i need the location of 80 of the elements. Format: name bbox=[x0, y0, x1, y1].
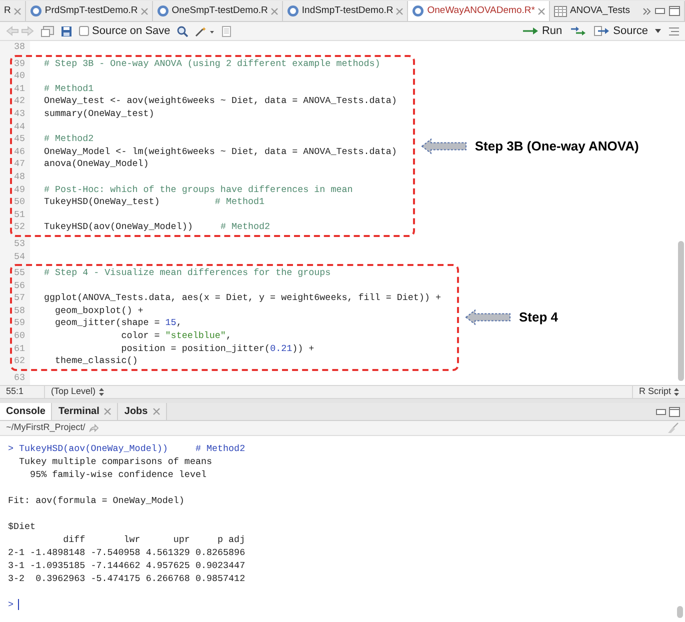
source-file-icon bbox=[594, 26, 610, 36]
source-on-save-checkbox[interactable]: Source on Save bbox=[79, 22, 170, 40]
r-file-icon bbox=[286, 5, 299, 17]
up-down-caret-icon bbox=[98, 388, 104, 396]
left-arrow-icon bbox=[420, 138, 467, 154]
scrollbar[interactable] bbox=[678, 241, 684, 381]
code-line: color = "steelblue", bbox=[120, 330, 232, 343]
code-line: # Post-Hoc: which of the groups have differences in mean bbox=[43, 184, 353, 196]
editor-tab[interactable]: R bbox=[0, 1, 26, 21]
menu-icon[interactable] bbox=[669, 26, 679, 36]
table-icon bbox=[554, 6, 567, 16]
console-tab[interactable]: Jobs bbox=[118, 403, 167, 420]
console-output: Tukey multiple comparisons of means bbox=[18, 455, 212, 468]
code-line: TukeyHSD(aov(OneWay_Model)) # Method2 bbox=[43, 221, 270, 234]
code-line: summary(OneWay_test) bbox=[43, 108, 154, 121]
text-cursor bbox=[18, 599, 19, 610]
code-line: # Method1 bbox=[43, 82, 94, 96]
source-button[interactable]: Source bbox=[594, 22, 661, 40]
editor-tab[interactable]: OneWayANOVADemo.R* bbox=[408, 1, 550, 21]
console-output: $Diet bbox=[8, 520, 36, 533]
editor-tab[interactable]: PrdSmpT-testDemo.R bbox=[26, 1, 153, 21]
code-line: ggplot(ANOVA_Tests.data, aes(x = Diet, y = weight6weeks, fill = Diet)) + bbox=[43, 292, 441, 305]
code-line: OneWay_test <- aov(weight6weeks ~ Diet, data = ANOVA_Tests.data) bbox=[43, 95, 397, 108]
code-line: # Method2 bbox=[43, 133, 94, 146]
caret-icon bbox=[655, 29, 661, 33]
r-file-icon bbox=[412, 5, 424, 17]
close-icon[interactable] bbox=[14, 8, 21, 14]
maximize-icon[interactable] bbox=[669, 407, 680, 417]
magic-wand-icon[interactable] bbox=[195, 26, 216, 36]
save-icon[interactable] bbox=[61, 26, 72, 36]
code-line: # Step 4 - Visualize mean differences for the groups bbox=[43, 267, 331, 280]
editor-tab[interactable]: ANOVA_Tests bbox=[550, 1, 685, 21]
close-icon[interactable] bbox=[538, 8, 545, 14]
arrow-icon[interactable] bbox=[89, 424, 100, 432]
console-output: 3-1 -1.0935185 -7.144662 4.957625 0.9023447 bbox=[8, 559, 246, 572]
code-line: OneWay_Model <- lm(weight6weeks ~ Diet, data = ANOVA_Tests.data) bbox=[43, 146, 397, 158]
editor-tab[interactable]: OneSmpT-testDemo.R bbox=[152, 1, 283, 21]
console-output: Fit: aov(formula = OneWay_Model) bbox=[8, 494, 184, 507]
cursor-position: 55:1 bbox=[5, 385, 25, 398]
document-icon[interactable] bbox=[222, 26, 232, 36]
search-icon[interactable] bbox=[177, 26, 188, 36]
maximize-icon[interactable] bbox=[669, 6, 680, 16]
console-output: 3-2 0.3962963 -5.474175 6.266768 0.9857412 bbox=[8, 572, 246, 585]
code-line: position = position_jitter(0.21)) + bbox=[120, 342, 314, 356]
code-line: TukeyHSD(OneWay_test) # Method1 bbox=[43, 196, 265, 209]
up-down-caret-icon bbox=[674, 388, 679, 396]
callout-label: Step 3B (One-way ANOVA) bbox=[474, 137, 639, 156]
close-icon[interactable] bbox=[152, 408, 160, 415]
console-tab[interactable]: Terminal bbox=[52, 403, 118, 420]
minimize-icon[interactable] bbox=[655, 8, 665, 14]
code-line: geom_jitter(shape = 15, bbox=[54, 317, 182, 330]
back-forward-icon[interactable] bbox=[6, 26, 34, 36]
editor-tab[interactable]: IndSmpT-testDemo.R bbox=[282, 1, 408, 21]
code-line: anova(OneWay_Model) bbox=[43, 158, 149, 171]
console-output: 2-1 -1.4898148 -7.540958 4.561329 0.8265896 bbox=[8, 546, 246, 559]
left-arrow-icon bbox=[464, 309, 511, 326]
callout-label: Step 4 bbox=[518, 308, 558, 327]
minimize-icon[interactable] bbox=[656, 409, 666, 415]
scrollbar[interactable] bbox=[677, 606, 683, 618]
double-chevron-right-icon[interactable] bbox=[643, 8, 651, 14]
close-icon[interactable] bbox=[270, 8, 278, 14]
console-tab[interactable]: Console bbox=[0, 403, 52, 420]
arrow-icon bbox=[522, 27, 539, 35]
close-icon[interactable] bbox=[140, 8, 148, 14]
window-icon[interactable] bbox=[41, 26, 54, 36]
close-icon[interactable] bbox=[396, 8, 404, 14]
console-output: diff lwr upr p adj bbox=[62, 533, 246, 546]
console-prompt: > bbox=[8, 598, 14, 611]
code-line: theme_classic() bbox=[54, 355, 138, 368]
close-icon[interactable] bbox=[104, 408, 112, 415]
rerun-icon[interactable] bbox=[570, 26, 586, 36]
code-line: # Step 3B - One-way ANOVA (using 2 different example methods) bbox=[43, 58, 380, 70]
code-line: geom_boxplot() + bbox=[54, 304, 144, 318]
console-command: > TukeyHSD(aov(OneWay_Model)) # Method2 bbox=[8, 442, 246, 455]
broom-icon[interactable] bbox=[667, 422, 679, 434]
console-output: 95% family-wise confidence level bbox=[29, 468, 206, 481]
r-file-icon bbox=[30, 5, 42, 17]
run-button[interactable]: Run bbox=[522, 22, 562, 40]
r-file-icon bbox=[156, 5, 169, 17]
working-directory: ~/MyFirstR_Project/ bbox=[6, 421, 86, 434]
